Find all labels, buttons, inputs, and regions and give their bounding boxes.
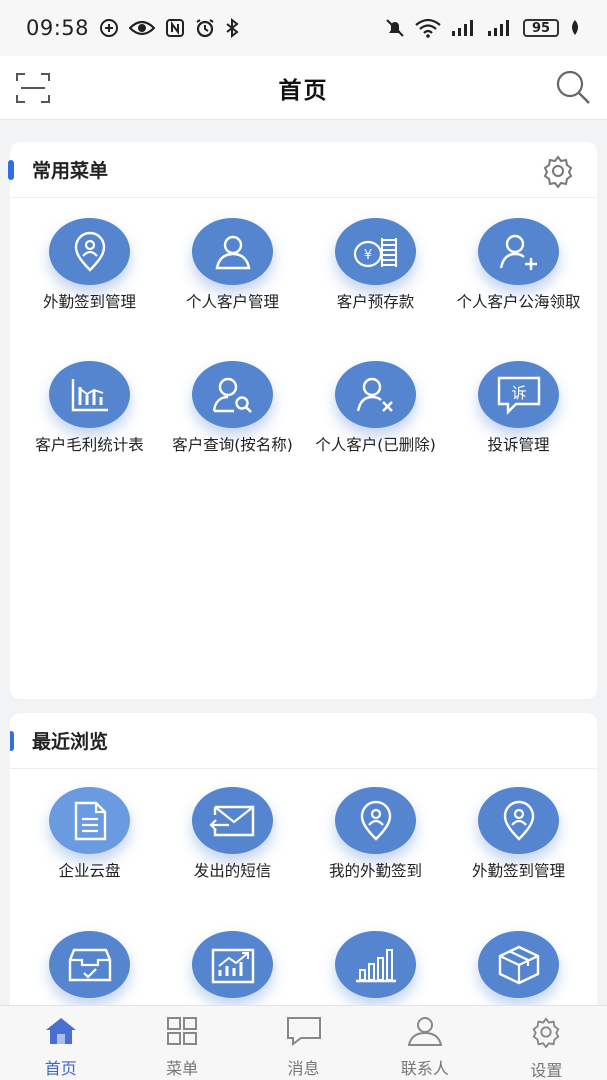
menu-tile-field-checkin-mgmt[interactable]: 外勤签到管理 [18, 218, 161, 312]
leaf-icon [569, 19, 581, 37]
eye-icon [129, 19, 156, 37]
user-search-icon [192, 361, 273, 428]
favorites-title: 常用菜单 [32, 160, 109, 182]
tile-label: 客户查询(按名称) [172, 436, 293, 454]
location-pin-icon [478, 787, 559, 854]
bar-chart-icon [335, 931, 416, 998]
complaint-icon: 诉 [478, 361, 559, 428]
battery-icon: 95 [523, 19, 559, 37]
menu-tile-customer-search-by-name[interactable]: 客户查询(按名称) [161, 361, 304, 455]
coins-icon: ¥ [335, 218, 416, 285]
recent-title: 最近浏览 [32, 731, 109, 753]
gear-icon [529, 1016, 563, 1052]
menu-tile-customer-deposit[interactable]: ¥ 客户预存款 [304, 218, 447, 312]
tile-label: 个人客户管理 [185, 293, 279, 311]
signal-icon [487, 19, 513, 37]
recent-tile-5[interactable] [18, 931, 161, 998]
menu-tile-complaint-mgmt[interactable]: 诉 投诉管理 [447, 361, 590, 455]
svg-text:¥: ¥ [363, 248, 371, 263]
tab-label: 菜单 [166, 1059, 199, 1078]
tile-label: 发出的短信 [193, 862, 272, 880]
location-pin-icon [335, 787, 416, 854]
scan-icon[interactable] [16, 72, 50, 104]
recent-tile-8[interactable] [447, 931, 590, 998]
grid-icon [166, 1016, 198, 1050]
tab-messages[interactable]: 消息 [243, 1006, 364, 1080]
trend-chart-icon [192, 931, 273, 998]
document-icon [49, 787, 130, 854]
tab-label: 消息 [287, 1059, 320, 1078]
favorites-card: 常用菜单 外勤签到管理 个人客户管理 ¥ 客户预存款 个人客户公海领取 客户毛利… [8, 142, 597, 699]
menu-tile-public-pool-claim[interactable]: 个人客户公海领取 [447, 218, 590, 312]
recent-tile-my-field-checkin[interactable]: 我的外勤签到 [304, 787, 447, 881]
favorites-header: 常用菜单 [8, 142, 597, 198]
user-icon [192, 218, 273, 285]
tile-label: 个人客户(已删除) [315, 436, 436, 454]
user-add-icon [478, 218, 559, 285]
tile-label: 外勤签到管理 [42, 293, 136, 311]
tile-label: 我的外勤签到 [328, 862, 422, 880]
signal-icon [451, 19, 477, 37]
mute-icon [385, 18, 405, 38]
menu-tile-personal-customer-mgmt[interactable]: 个人客户管理 [161, 218, 304, 312]
location-pin-icon [49, 218, 130, 285]
home-icon [44, 1016, 78, 1050]
tab-menu[interactable]: 菜单 [121, 1006, 242, 1080]
mail-out-icon [192, 787, 273, 854]
gear-icon[interactable] [541, 154, 575, 189]
recent-tile-sent-sms[interactable]: 发出的短信 [161, 787, 304, 881]
inbox-check-icon [49, 931, 130, 998]
package-icon [478, 931, 559, 998]
section-accent-bar [8, 160, 14, 180]
status-bar: 09:58 95 [0, 0, 607, 56]
search-icon[interactable] [555, 69, 591, 105]
page-title: 首页 [278, 77, 329, 104]
tile-label: 个人客户公海领取 [456, 293, 581, 311]
tab-settings[interactable]: 设置 [486, 1006, 607, 1080]
menu-tile-gross-profit-report[interactable]: 客户毛利统计表 [18, 361, 161, 455]
bluetooth-icon [225, 18, 239, 38]
contact-icon [405, 1016, 445, 1050]
recent-tile-6[interactable] [161, 931, 304, 998]
top-bar: 首页 [0, 56, 607, 120]
tab-label: 设置 [530, 1061, 563, 1080]
tile-label: 客户毛利统计表 [35, 436, 144, 454]
section-accent-bar [10, 731, 14, 751]
tab-home[interactable]: 首页 [0, 1006, 121, 1080]
tile-label: 企业云盘 [58, 862, 121, 880]
tab-label: 联系人 [400, 1059, 449, 1078]
status-time: 09:58 [26, 16, 90, 40]
tile-label: 投诉管理 [487, 436, 550, 454]
recent-tile-field-checkin-mgmt[interactable]: 外勤签到管理 [447, 787, 590, 881]
bar-chart-icon [49, 361, 130, 428]
tile-label: 外勤签到管理 [471, 862, 565, 880]
data-saver-icon [99, 18, 119, 38]
message-icon [285, 1016, 323, 1050]
bottom-tab-bar: 首页 菜单 消息 联系人 设置 [0, 1005, 607, 1080]
recent-card: 最近浏览 企业云盘 发出的短信 我的外勤签到 外勤签到管理 [10, 713, 597, 1013]
recent-tile-7[interactable] [304, 931, 447, 998]
wifi-icon [415, 18, 441, 38]
recent-tile-enterprise-drive[interactable]: 企业云盘 [18, 787, 161, 881]
alarm-icon [195, 18, 215, 38]
user-remove-icon [335, 361, 416, 428]
recent-header: 最近浏览 [10, 713, 597, 769]
nfc-icon [165, 18, 185, 38]
tab-contacts[interactable]: 联系人 [364, 1006, 485, 1080]
svg-text:诉: 诉 [511, 384, 526, 402]
tab-label: 首页 [44, 1059, 77, 1078]
menu-tile-deleted-personal-customers[interactable]: 个人客户(已删除) [304, 361, 447, 455]
tile-label: 客户预存款 [336, 293, 415, 311]
